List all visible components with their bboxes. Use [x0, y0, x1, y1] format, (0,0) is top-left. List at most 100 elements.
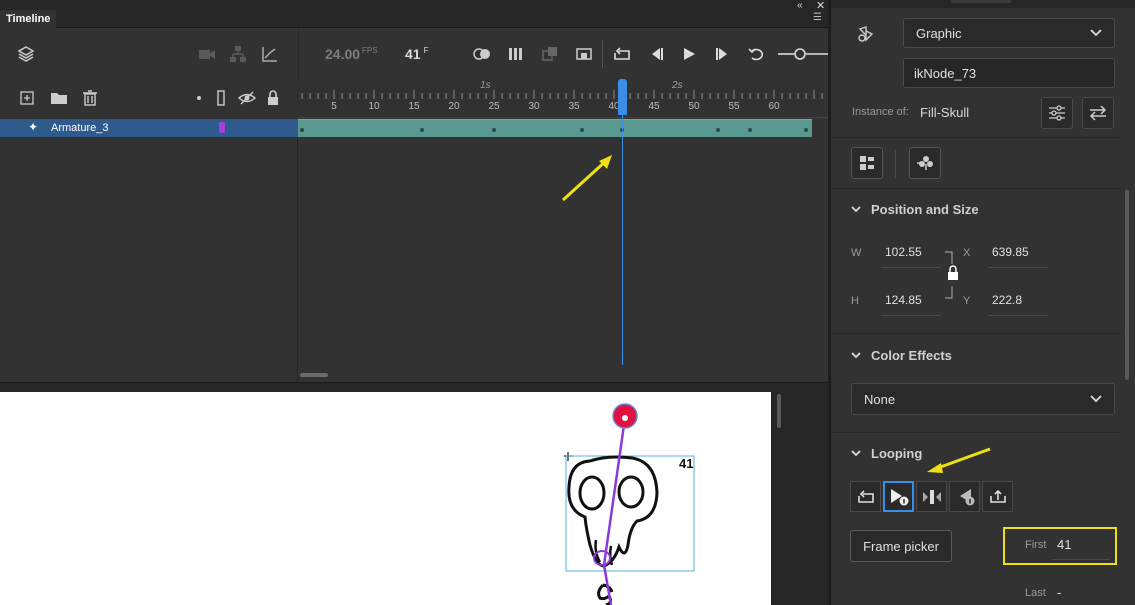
lock-layers-icon[interactable] — [264, 88, 282, 108]
chevron-down-icon — [1090, 395, 1102, 403]
height-value[interactable]: 124.85 — [885, 293, 922, 307]
zoom-slider[interactable] — [776, 44, 828, 64]
camera-icon[interactable] — [197, 45, 217, 63]
new-folder-icon[interactable] — [49, 89, 69, 107]
playhead-line — [622, 80, 623, 365]
fps-value[interactable]: 24.00 — [325, 46, 360, 62]
ruler-tick-label: 35 — [568, 101, 580, 112]
keyframe-marker[interactable] — [420, 128, 424, 132]
divider — [831, 333, 1121, 334]
hide-layers-icon[interactable] — [237, 89, 257, 107]
layer-name[interactable]: Armature_3 — [51, 122, 108, 134]
properties-vertical-scrollbar[interactable] — [1125, 190, 1129, 380]
bone-tip-center — [622, 415, 628, 421]
keyframe-marker[interactable] — [716, 128, 720, 132]
first-frame-underline — [1052, 559, 1110, 560]
last-frame-value[interactable]: - — [1057, 585, 1061, 600]
collapse-panel-icon[interactable]: « — [797, 0, 803, 11]
fps-display[interactable]: 24.00 FPS — [325, 46, 378, 62]
new-layer-icon[interactable] — [18, 89, 36, 107]
divider — [831, 432, 1121, 433]
rewind-icon[interactable] — [747, 44, 767, 64]
stage-canvas[interactable] — [0, 392, 771, 605]
frame-number-badge: 41 — [679, 456, 694, 471]
color-effects-header[interactable]: Color Effects — [851, 348, 952, 363]
loop-reverse-button[interactable] — [982, 481, 1013, 512]
play-icon[interactable] — [679, 44, 699, 64]
width-value[interactable]: 102.55 — [885, 245, 922, 259]
properties-panel: Graphic ikNode_73 Instance of: Fill-Skul… — [830, 0, 1135, 605]
x-value[interactable]: 639.85 — [992, 245, 1029, 259]
step-forward-icon[interactable] — [713, 44, 733, 64]
lock-proportions-icon[interactable] — [943, 250, 965, 300]
ruler-tick-label: 10 — [368, 101, 380, 112]
current-frame-value[interactable]: 41 — [405, 46, 421, 62]
ruler-tick-label: 15 — [408, 101, 420, 112]
layer-row[interactable]: ✦ Armature_3 — [0, 119, 298, 137]
stage-vertical-scrollbar[interactable] — [777, 394, 781, 428]
close-panel-icon[interactable]: ✕ — [816, 0, 825, 12]
ruler-tick-label: 20 — [448, 101, 460, 112]
single-frame-button[interactable] — [916, 481, 947, 512]
step-back-icon[interactable] — [646, 44, 666, 64]
keyframe-marker[interactable] — [492, 128, 496, 132]
panel-resize-bar[interactable] — [0, 382, 828, 392]
panel-menu-icon[interactable]: ☰ — [813, 12, 822, 23]
controls-divider — [602, 40, 603, 68]
swap-icon — [1089, 105, 1107, 121]
ruler-tick-label: 60 — [768, 101, 780, 112]
position-size-header[interactable]: Position and Size — [851, 202, 979, 217]
play-once-button[interactable] — [883, 481, 914, 512]
ruler-tick-label: 50 — [688, 101, 700, 112]
y-label: Y — [963, 295, 971, 307]
looping-header[interactable]: Looping — [851, 446, 922, 461]
timeline-panel: Timeline « ✕ ☰ 24.00 FPS 41 F 5 10 15 20… — [0, 0, 828, 392]
align-button[interactable] — [851, 147, 883, 179]
symbol-properties-button[interactable] — [1041, 97, 1073, 129]
keyframe-marker[interactable] — [580, 128, 584, 132]
first-frame-value[interactable]: 41 — [1057, 537, 1071, 552]
loop-icon[interactable] — [612, 44, 632, 64]
loop-mode-button[interactable] — [850, 481, 881, 512]
layer-color-swatch[interactable] — [219, 122, 225, 133]
keyframe-marker[interactable] — [804, 128, 808, 132]
delete-layer-icon[interactable] — [81, 88, 99, 108]
annotation-arrow-playhead — [561, 155, 612, 202]
outline-icon[interactable] — [214, 89, 228, 107]
layer-frames-span[interactable] — [298, 119, 812, 137]
play-reverse-icon — [959, 488, 974, 505]
insert-keyframe-icon[interactable] — [574, 44, 594, 64]
color-effect-value: None — [864, 391, 896, 407]
instance-name-input[interactable]: ikNode_73 — [903, 58, 1115, 88]
current-frame-display[interactable]: 41 F — [405, 46, 428, 62]
width-label: W — [851, 247, 862, 259]
symbol-type-dropdown[interactable]: Graphic — [903, 18, 1115, 48]
paste-pose-icon[interactable] — [540, 44, 560, 64]
graph-icon[interactable] — [260, 44, 280, 64]
toolbar-divider — [298, 28, 299, 80]
skull-left-eye — [578, 475, 606, 511]
timeline-horizontal-scrollbar[interactable] — [300, 373, 328, 377]
frame-ruler[interactable]: 5 10 15 20 25 30 35 40 45 50 55 60 1s 2s — [298, 80, 828, 118]
onion-skin-icon[interactable] — [472, 44, 492, 64]
ruler-tick-label: 5 — [331, 101, 337, 112]
highlight-dot-icon[interactable] — [197, 96, 201, 100]
layer-parenting-icon[interactable] — [228, 44, 248, 64]
asset-warp-button[interactable] — [909, 147, 941, 179]
frame-picker-button[interactable]: Frame picker — [850, 530, 952, 562]
layers-icon[interactable] — [16, 44, 36, 64]
club-icon — [917, 156, 933, 170]
y-value[interactable]: 222.8 — [992, 293, 1022, 307]
ruler-tick-label: 45 — [648, 101, 660, 112]
timeline-tab[interactable]: Timeline — [0, 10, 57, 28]
edit-multiple-frames-icon[interactable] — [506, 44, 526, 64]
swap-symbol-button[interactable] — [1082, 97, 1114, 129]
color-effects-title: Color Effects — [871, 348, 952, 363]
divider — [895, 150, 896, 178]
playhead-handle[interactable] — [618, 79, 627, 115]
keyframe-marker[interactable] — [300, 128, 304, 132]
color-effect-dropdown[interactable]: None — [851, 383, 1115, 415]
keyframe-marker[interactable] — [748, 128, 752, 132]
ruler-tick-label: 55 — [728, 101, 740, 112]
play-once-reverse-button[interactable] — [949, 481, 980, 512]
